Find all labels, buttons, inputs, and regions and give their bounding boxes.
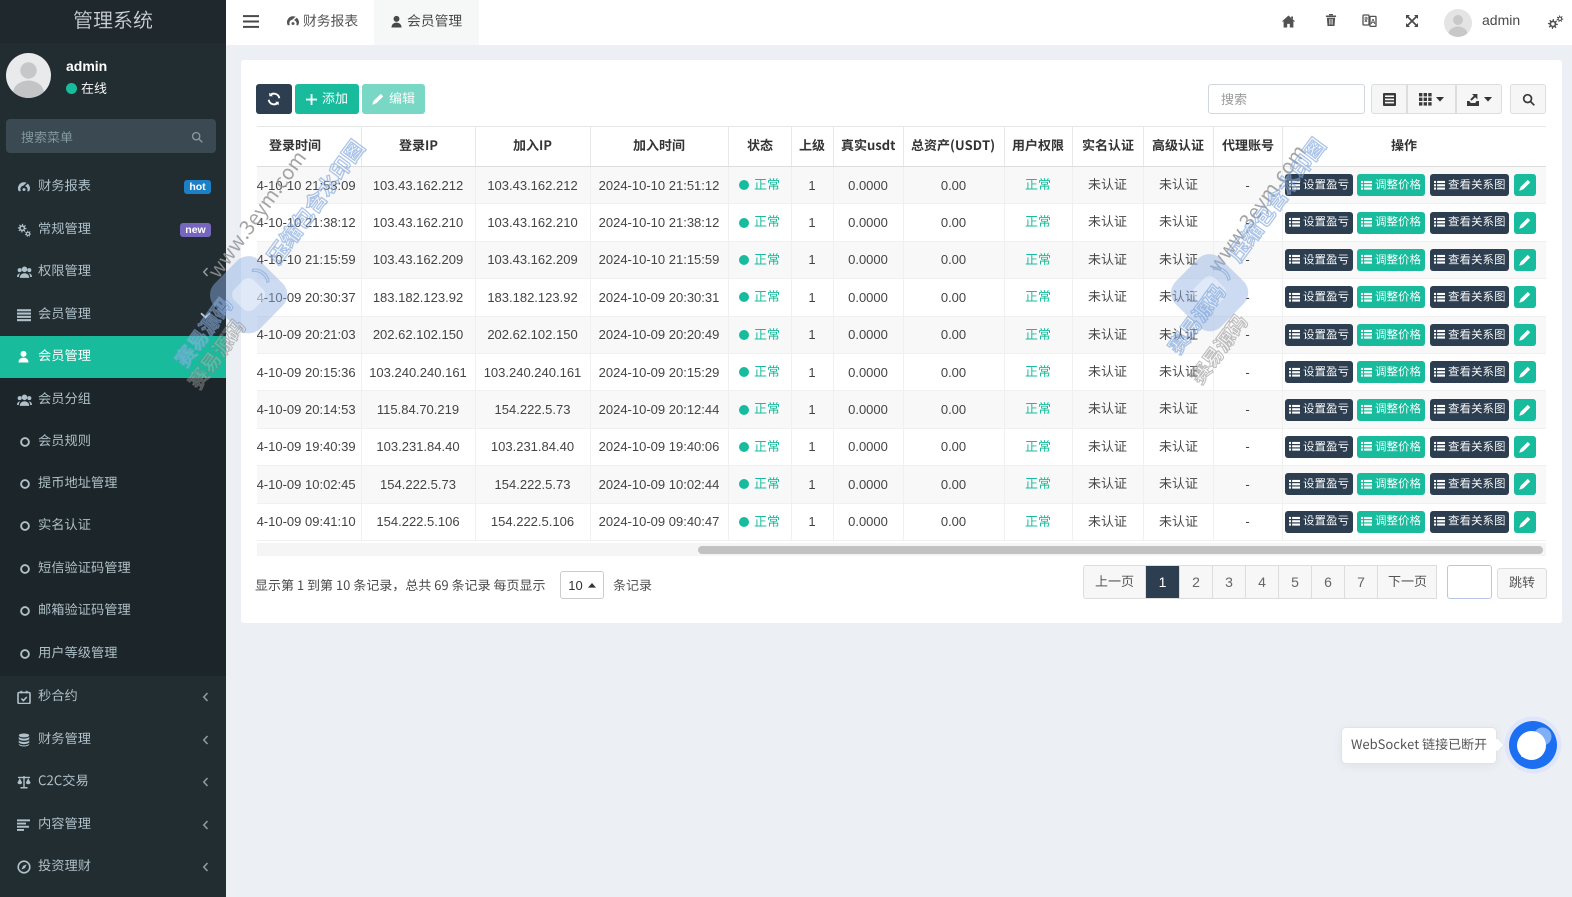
svg-text:A: A: [1370, 19, 1375, 26]
